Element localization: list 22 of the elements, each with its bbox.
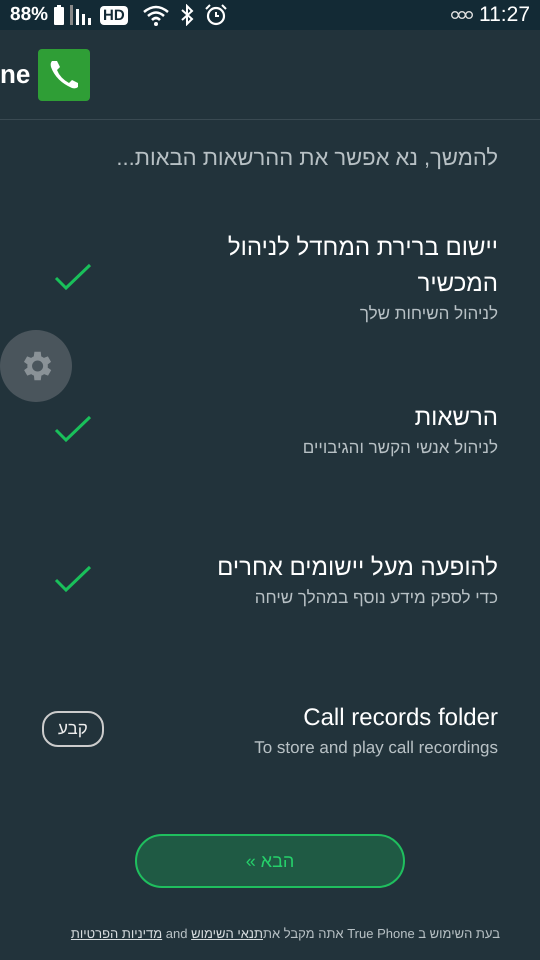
permission-subtitle: לניהול אנשי הקשר והגיבויים: [302, 438, 498, 458]
permission-title: להופעה מעל יישומים אחרים: [217, 553, 498, 583]
clock-time: 11:27: [479, 3, 530, 27]
battery-icon: [54, 5, 64, 25]
permission-title: הרשאות: [414, 403, 498, 433]
app-title: ne: [0, 59, 30, 90]
alarm-clock-icon: [204, 3, 228, 27]
intro-text: להמשך, נא אפשר את ההרשאות הבאות...: [115, 145, 498, 171]
next-button[interactable]: הבא »: [135, 834, 405, 888]
permission-subtitle: כדי לספק מידע נוסף במהלך שיחה: [254, 588, 498, 608]
phone-app-icon: [38, 48, 90, 100]
wifi-icon: [142, 4, 170, 26]
set-button[interactable]: קבע: [42, 711, 104, 747]
permission-subtitle: לניהול השיחות שלך: [358, 304, 498, 324]
terms-link[interactable]: תנאי השימוש: [191, 926, 263, 941]
privacy-link[interactable]: מדיניות הפרטיות: [70, 926, 162, 941]
hd-badge: HD: [100, 6, 128, 24]
battery-level: 88%: [10, 4, 48, 26]
permission-title: Call records folder: [302, 703, 498, 733]
permission-subtitle: To store and play call recordings: [254, 738, 498, 758]
status-icon: [451, 10, 473, 20]
permission-title: יישום ברירת המחדל לניהול המכשיר: [226, 232, 498, 298]
